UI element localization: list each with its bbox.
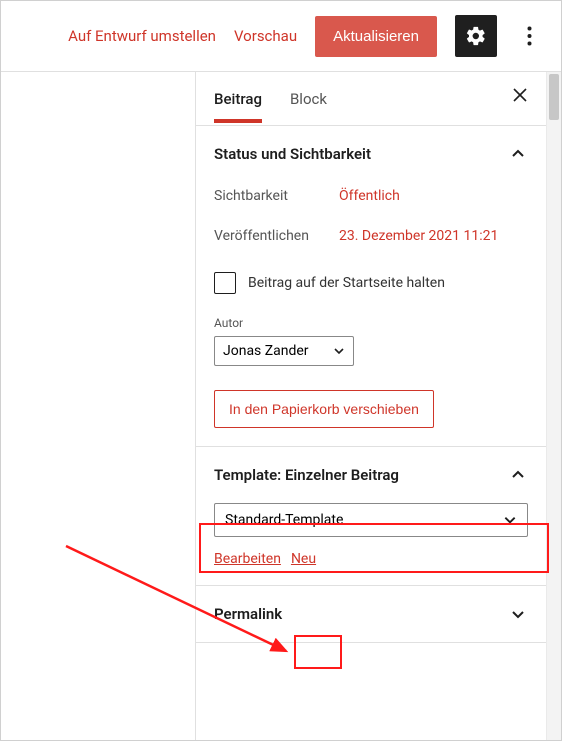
preview-link[interactable]: Vorschau [234, 27, 297, 45]
visibility-label: Sichtbarkeit [214, 188, 339, 204]
chevron-down-icon [503, 513, 517, 527]
sidebar-tabs: Beitrag Block [196, 72, 546, 126]
sticky-label: Beitrag auf der Startseite halten [248, 275, 445, 291]
author-select[interactable]: Jonas Zander [214, 336, 354, 366]
template-section: Template: Einzelner Beitrag Standard-Tem… [196, 447, 546, 586]
chevron-up-icon [508, 465, 528, 485]
close-icon [512, 87, 528, 103]
publish-label: Veröffentlichen [214, 228, 339, 244]
template-new-link[interactable]: Neu [291, 551, 316, 567]
kebab-icon [527, 26, 532, 46]
author-value: Jonas Zander [223, 343, 309, 359]
chevron-down-icon [333, 345, 345, 357]
permalink-section-toggle[interactable]: Permalink [214, 604, 528, 624]
chevron-up-icon [508, 144, 528, 164]
chevron-down-icon [508, 604, 528, 624]
update-button[interactable]: Aktualisieren [315, 16, 437, 57]
template-select[interactable]: Standard-Template [214, 503, 528, 537]
publish-date[interactable]: 23. Dezember 2021 11:21 [339, 228, 498, 244]
status-visibility-toggle[interactable]: Status und Sichtbarkeit [214, 144, 528, 164]
permalink-section: Permalink [196, 586, 546, 643]
template-edit-link[interactable]: Bearbeiten [214, 551, 281, 567]
status-visibility-section: Status und Sichtbarkeit Sichtbarkeit Öff… [196, 126, 546, 447]
tab-post[interactable]: Beitrag [214, 90, 262, 122]
switch-to-draft-link[interactable]: Auf Entwurf umstellen [68, 27, 216, 45]
editor-toolbar: Auf Entwurf umstellen Vorschau Aktualisi… [1, 1, 561, 72]
template-value: Standard-Template [225, 512, 343, 528]
move-to-trash-button[interactable]: In den Papierkorb verschieben [214, 390, 434, 428]
section-title: Status und Sichtbarkeit [214, 145, 371, 163]
sticky-checkbox[interactable] [214, 272, 236, 294]
more-options-button[interactable] [515, 15, 543, 57]
section-title: Permalink [214, 605, 282, 623]
sidebar-panel: Beitrag Block Status und Sichtbarkeit Si… [195, 72, 561, 740]
author-label: Autor [214, 316, 528, 330]
visibility-value[interactable]: Öffentlich [339, 188, 400, 204]
settings-button[interactable] [455, 15, 497, 57]
gear-icon [465, 25, 487, 47]
close-sidebar-button[interactable] [512, 84, 528, 109]
section-title: Template: Einzelner Beitrag [214, 466, 399, 484]
scrollbar-thumb[interactable] [549, 74, 559, 120]
tab-block[interactable]: Block [290, 90, 327, 122]
template-section-toggle[interactable]: Template: Einzelner Beitrag [214, 465, 528, 485]
scrollbar[interactable] [546, 72, 561, 740]
